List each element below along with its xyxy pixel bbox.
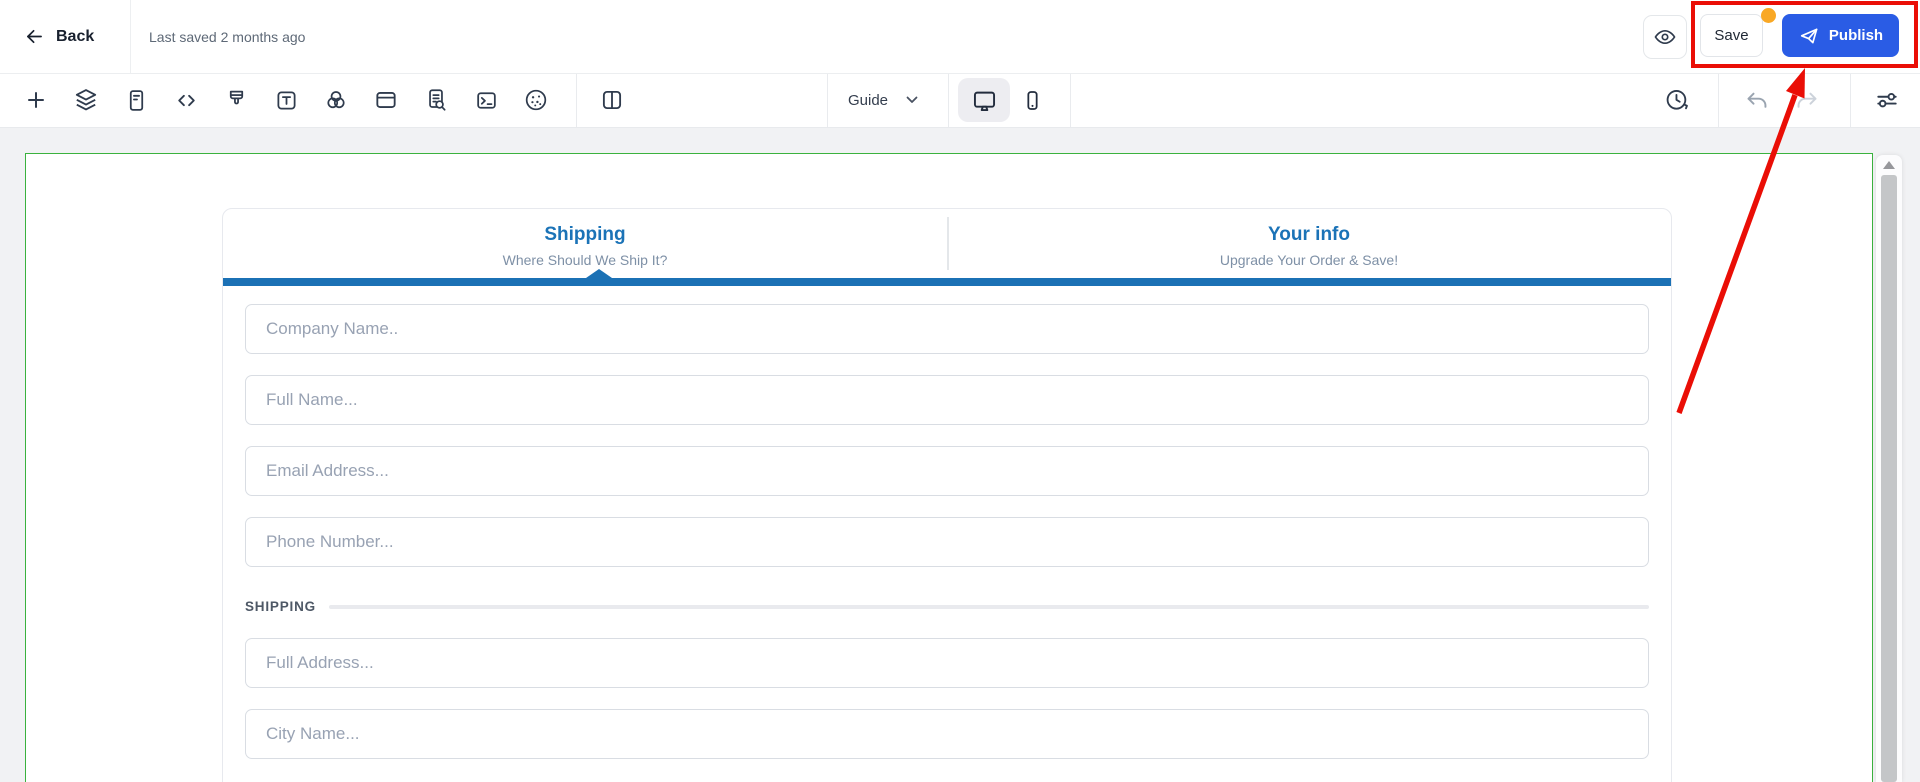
toolbar-left-group [23,73,549,127]
version-history-icon[interactable] [1664,87,1690,113]
page-seo-icon[interactable] [423,87,449,113]
top-bar: Back Last saved 2 months ago Save Publis… [0,0,1920,74]
divider [827,73,828,127]
send-icon [1798,25,1820,47]
add-element-icon[interactable] [23,87,49,113]
divider [1718,73,1719,127]
section-divider-line [329,605,1649,609]
scroll-up-arrow[interactable] [1883,161,1895,169]
canvas-scrollbar[interactable] [1876,155,1902,782]
order-form-card: Shipping Where Should We Ship It? Your i… [222,208,1672,782]
redo-icon[interactable] [1794,87,1820,113]
back-button[interactable]: Back [24,0,94,73]
form-tabs: Shipping Where Should We Ship It? Your i… [223,209,1671,278]
desktop-preview-button[interactable] [958,78,1010,122]
unsaved-changes-dot [1761,8,1776,23]
developer-console-icon[interactable] [473,87,499,113]
cookie-settings-icon[interactable] [523,87,549,113]
editor-toolbar: Guide [0,73,1920,128]
publish-label: Publish [1829,27,1883,44]
back-label: Back [56,28,94,46]
typography-icon[interactable] [273,87,299,113]
desktop-icon [971,87,998,114]
divider [947,217,949,270]
shipping-section-label: SHIPPING [245,599,316,614]
shipping-section-divider: SHIPPING [245,599,1649,614]
eye-icon [1653,25,1677,49]
email-address-input[interactable] [245,446,1649,496]
publish-button[interactable]: Publish [1782,14,1899,57]
divider [1070,73,1071,127]
split-columns-icon[interactable] [599,87,625,113]
tab-shipping-subtitle: Where Should We Ship It? [503,252,668,268]
tab-your-info-title: Your info [1268,224,1350,246]
divider [1850,73,1851,127]
page-outline-icon[interactable] [123,87,149,113]
mobile-preview-button[interactable] [1016,78,1048,122]
divider [130,0,131,73]
page-settings-icon[interactable] [1874,87,1900,113]
divider [576,73,577,127]
tab-your-info[interactable]: Your info Upgrade Your Order & Save! [947,209,1671,278]
phone-number-input[interactable] [245,517,1649,567]
guide-label: Guide [848,92,888,109]
full-address-input[interactable] [245,638,1649,688]
guide-dropdown[interactable]: Guide [848,73,918,127]
active-tab-pointer [586,269,612,278]
last-saved-status: Last saved 2 months ago [149,0,305,73]
styles-brush-icon[interactable] [223,87,249,113]
page-canvas[interactable]: Shipping Where Should We Ship It? Your i… [25,153,1873,782]
tab-shipping-title: Shipping [544,224,625,246]
divider [948,73,949,127]
company-name-input[interactable] [245,304,1649,354]
form-fields: SHIPPING [223,286,1671,759]
city-name-input[interactable] [245,709,1649,759]
blend-colors-icon[interactable] [323,87,349,113]
tab-shipping[interactable]: Shipping Where Should We Ship It? [223,209,947,278]
save-button[interactable]: Save [1700,14,1763,57]
mobile-icon [1020,88,1045,113]
back-arrow-icon [24,26,45,47]
tab-your-info-subtitle: Upgrade Your Order & Save! [1220,252,1398,268]
full-name-input[interactable] [245,375,1649,425]
editor-workspace: Shipping Where Should We Ship It? Your i… [0,127,1920,782]
layers-icon[interactable] [73,87,99,113]
active-tab-indicator-bar [223,278,1671,286]
undo-icon[interactable] [1744,87,1770,113]
preview-button[interactable] [1643,15,1687,59]
section-icon[interactable] [373,87,399,113]
scrollbar-thumb[interactable] [1881,175,1897,782]
custom-code-icon[interactable] [173,87,199,113]
chevron-down-icon [906,96,918,104]
